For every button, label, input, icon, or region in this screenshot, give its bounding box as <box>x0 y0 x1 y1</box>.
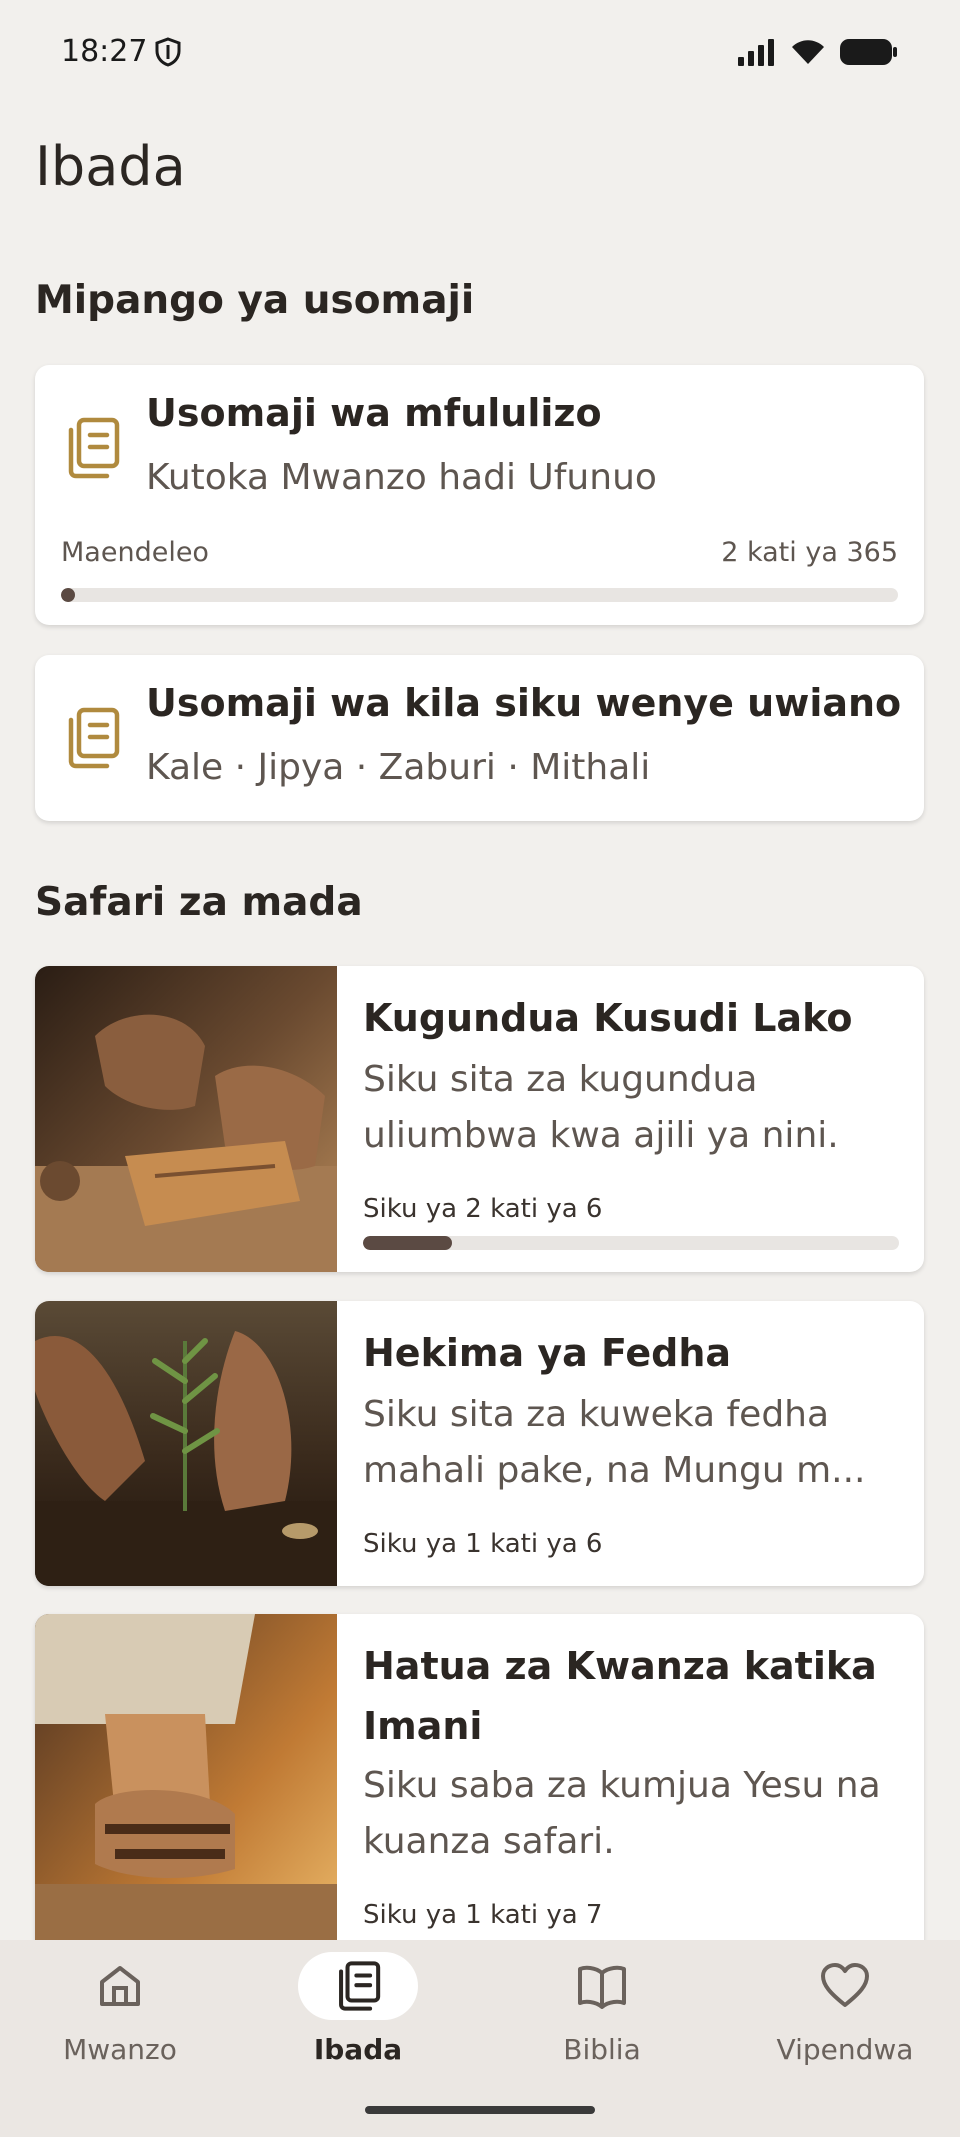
nav-item-bible[interactable]: Biblia <box>482 1940 722 2070</box>
progress-count: 2 kati ya 365 <box>721 537 898 568</box>
journey-title: Kugundua Kusudi Lako <box>363 996 853 1040</box>
nav-item-devotion[interactable]: Ibada <box>238 1940 478 2070</box>
journey-day-label: Siku ya 1 kati ya 6 <box>363 1529 603 1559</box>
progress-bar <box>61 588 898 602</box>
journey-title: Hekima ya Fedha <box>363 1331 732 1375</box>
progress-label: Maendeleo <box>61 537 209 568</box>
journey-image <box>35 1614 337 1974</box>
journey-progress-fill <box>363 1236 453 1250</box>
nav-item-favorites[interactable]: Vipendwa <box>725 1940 960 2070</box>
plan-card-sequential[interactable]: Usomaji wa mfululizo Kutoka Mwanzo hadi … <box>35 365 924 625</box>
journey-day-label: Siku ya 2 kati ya 6 <box>363 1194 603 1224</box>
nav-label: Biblia <box>563 2033 641 2066</box>
journey-title: Hatua za Kwanza katika Imani <box>363 1644 877 1748</box>
nav-label: Mwanzo <box>63 2033 177 2066</box>
journey-card-purpose[interactable]: Kugundua Kusudi Lako Siku sita za kugund… <box>35 966 924 1272</box>
devotion-books-icon <box>298 1952 418 2020</box>
signal-icon <box>738 38 776 70</box>
journey-progress-bar <box>363 1236 899 1250</box>
journey-card-first-steps[interactable]: Hatua za Kwanza katika Imani Siku saba z… <box>35 1614 924 1974</box>
reading-plans-heading: Mipango ya usomaji <box>35 278 475 323</box>
shield-icon <box>154 37 182 71</box>
page-title: Ibada <box>35 135 186 198</box>
plan-subtitle: Kale · Jipya · Zaburi · Mithali <box>146 747 651 788</box>
books-icon <box>63 707 121 773</box>
status-time: 18:27 <box>61 34 148 69</box>
wifi-icon <box>790 38 826 70</box>
books-icon <box>63 417 121 483</box>
nav-label: Vipendwa <box>776 2033 914 2066</box>
plan-card-balanced[interactable]: Usomaji wa kila siku wenye uwiano Kale ·… <box>35 655 924 821</box>
topical-journeys-heading: Safari za mada <box>35 880 363 925</box>
journey-description-line-2: mahali pake, na Mungu m... <box>363 1450 866 1491</box>
journey-day-label: Siku ya 1 kati ya 7 <box>363 1900 603 1930</box>
journey-description: Siku saba za kumjua Yesu na kuanza safar… <box>363 1765 881 1862</box>
nav-item-home[interactable]: Mwanzo <box>0 1940 240 2070</box>
heart-icon <box>785 1952 905 2020</box>
open-book-icon <box>542 1952 662 2020</box>
plan-subtitle: Kutoka Mwanzo hadi Ufunuo <box>146 457 657 498</box>
journey-image <box>35 1301 337 1586</box>
home-icon <box>60 1952 180 2020</box>
nav-label: Ibada <box>313 2033 403 2066</box>
battery-icon <box>840 38 898 70</box>
journey-description-line-1: Siku sita za kuweka fedha <box>363 1394 830 1435</box>
progress-bar-fill <box>61 588 75 602</box>
journey-description: Siku sita za kugundua uliumbwa kwa ajili… <box>363 1059 839 1156</box>
plan-title: Usomaji wa mfululizo <box>146 391 602 435</box>
home-indicator[interactable] <box>365 2106 595 2114</box>
journey-image <box>35 966 337 1272</box>
journey-card-finance[interactable]: Hekima ya Fedha Siku sita za kuweka fedh… <box>35 1301 924 1586</box>
plan-title: Usomaji wa kila siku wenye uwiano <box>146 681 902 725</box>
status-bar: 18:27 <box>0 0 960 105</box>
